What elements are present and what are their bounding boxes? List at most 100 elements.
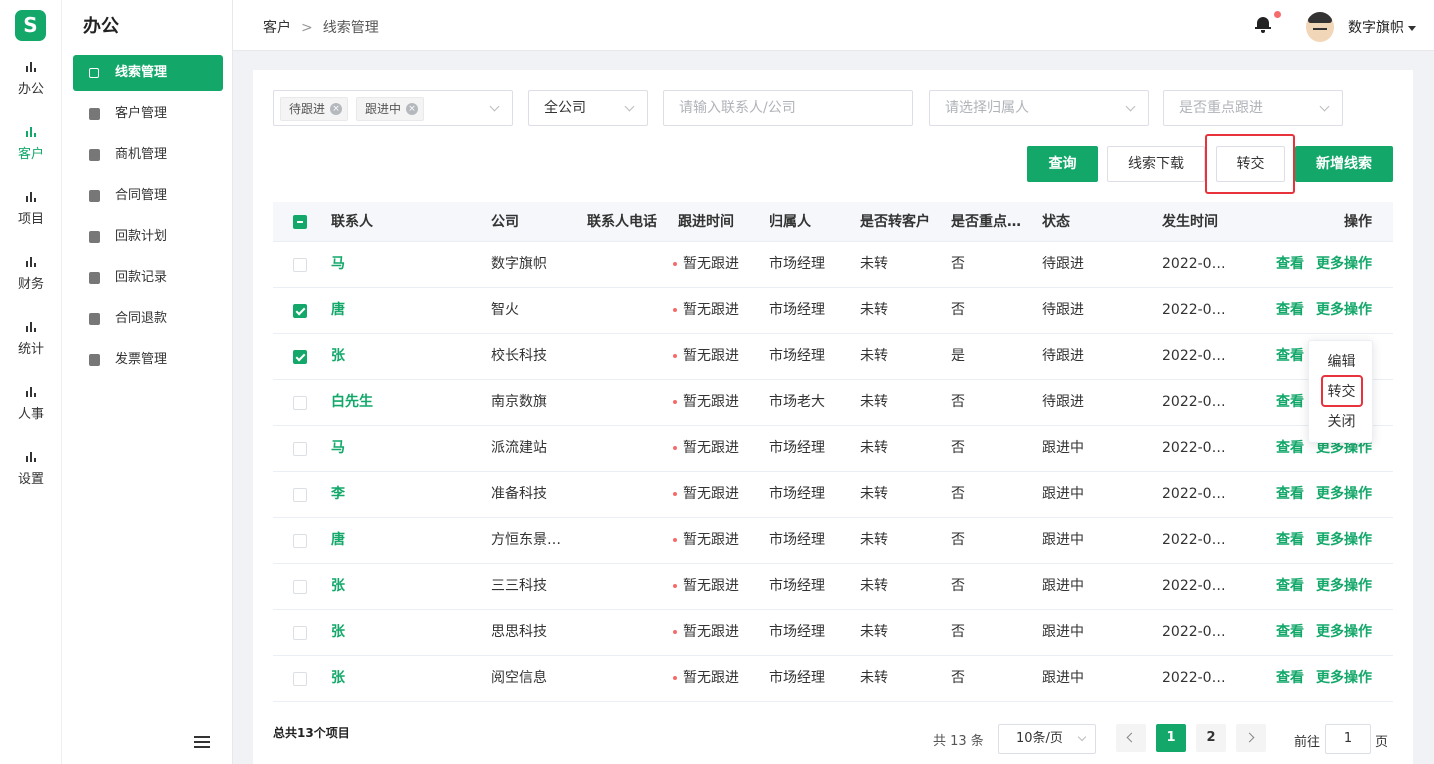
cell-key-follow: 否 [951,656,1011,702]
page-2-button[interactable]: 2 [1196,724,1226,752]
cell-contact[interactable]: 李 [331,472,421,518]
user-menu[interactable]: 数字旗帜 [1348,17,1416,37]
prev-page-button[interactable] [1116,724,1146,752]
view-link[interactable]: 查看 [1276,242,1306,288]
close-icon[interactable]: × [406,103,419,115]
row-checkbox[interactable] [293,350,307,364]
cell-contact[interactable]: 唐 [331,518,421,564]
app-rail: S 办公 客户 项目 财务 统计 人事 设置 [0,0,62,764]
more-actions-link[interactable]: 更多操作 [1316,564,1376,610]
dropdown-close[interactable]: 关闭 [1309,407,1374,437]
view-link[interactable]: 查看 [1276,288,1306,334]
submenu-item-payment-records[interactable]: 回款记录 [73,260,223,296]
cell-contact-text: 马 [331,440,345,456]
rail-item-customer[interactable]: 客户 [0,127,62,177]
submenu-item-opportunities[interactable]: 商机管理 [73,137,223,173]
submenu-item-customers[interactable]: 客户管理 [73,96,223,132]
view-link[interactable]: 查看 [1276,380,1306,426]
page-1-button[interactable]: 1 [1156,724,1186,752]
rail-item-project[interactable]: 项目 [0,192,62,242]
view-link[interactable]: 查看 [1276,426,1306,472]
submenu-item-invoices[interactable]: 发票管理 [73,342,223,378]
row-checkbox[interactable] [293,396,307,410]
add-lead-button[interactable]: 新增线索 [1295,146,1393,182]
row-checkbox[interactable] [293,534,307,548]
row-checkbox[interactable] [293,258,307,272]
goto-page-input[interactable]: 1 [1325,724,1371,754]
rail-item-settings[interactable]: 设置 [0,452,62,502]
row-checkbox[interactable] [293,488,307,502]
cell-converted-text: 未转 [860,532,888,548]
more-actions-link[interactable]: 更多操作 [1316,518,1376,564]
rail-item-finance[interactable]: 财务 [0,257,62,307]
cell-contact[interactable]: 唐 [331,288,421,334]
bell-icon[interactable] [1255,11,1281,33]
view-link[interactable]: 查看 [1276,334,1306,380]
cell-contact[interactable]: 张 [331,564,421,610]
table-row: 张 思思科技 暂无跟进 市场经理 未转 否 跟进中 2022-03-01 查看更多操作 [273,610,1393,656]
view-link[interactable]: 查看 [1276,472,1306,518]
cell-contact[interactable]: 张 [331,656,421,702]
row-checkbox[interactable] [293,580,307,594]
submenu-item-contracts[interactable]: 合同管理 [73,178,223,214]
more-actions-link[interactable]: 更多操作 [1316,242,1376,288]
collapse-menu-icon[interactable] [194,736,210,748]
select-all-checkbox[interactable] [293,215,307,229]
cell-contact[interactable]: 张 [331,610,421,656]
next-page-button[interactable] [1236,724,1266,752]
company-select[interactable]: 全公司 [528,90,648,126]
cell-company: 思思科技 [491,610,566,656]
avatar[interactable] [1306,12,1334,42]
cell-contact[interactable]: 马 [331,426,421,472]
cell-status-text: 待跟进 [1042,348,1084,364]
breadcrumb-item[interactable]: 客户 [263,20,291,36]
cell-converted-text: 未转 [860,670,888,686]
dropdown-edit[interactable]: 编辑 [1309,347,1374,377]
cell-key-follow-text: 是 [951,348,965,364]
download-leads-button[interactable]: 线索下载 [1107,146,1205,182]
cell-follow-time: 暂无跟进 [673,472,758,518]
cell-contact[interactable]: 马 [331,242,421,288]
view-link[interactable]: 查看 [1276,564,1306,610]
row-checkbox[interactable] [293,304,307,318]
submenu-item-leads[interactable]: 线索管理 [73,55,223,91]
view-link[interactable]: 查看 [1276,656,1306,702]
cell-status-text: 待跟进 [1042,302,1084,318]
more-actions-link[interactable]: 更多操作 [1316,656,1376,702]
status-dot-icon [673,308,677,312]
row-checkbox[interactable] [293,442,307,456]
submenu-item-contract-refund[interactable]: 合同退款 [73,301,223,337]
status-multi-select[interactable]: 待跟进 × 跟进中 × [273,90,513,126]
cell-converted: 未转 [860,380,930,426]
chart-icon [25,452,37,462]
total-items: 总共13个项目 [273,726,350,740]
cell-contact[interactable]: 张 [331,334,421,380]
row-checkbox[interactable] [293,672,307,686]
row-checkbox[interactable] [293,626,307,640]
page-size-select[interactable]: 10条/页 [998,724,1096,754]
transfer-option-highlight [1321,375,1363,407]
more-actions-link[interactable]: 更多操作 [1316,288,1376,334]
more-actions-link[interactable]: 更多操作 [1316,472,1376,518]
contact-search-input[interactable]: 请输入联系人/公司 [663,90,913,126]
rail-item-office[interactable]: 办公 [0,62,62,112]
chart-icon [25,192,37,202]
cell-follow-time-text: 暂无跟进 [683,486,739,502]
more-actions-dropdown: 编辑 转交 关闭 [1308,340,1373,443]
cell-converted: 未转 [860,518,930,564]
rail-item-hr[interactable]: 人事 [0,387,62,437]
close-icon[interactable]: × [330,103,343,115]
key-follow-select[interactable]: 是否重点跟进 [1163,90,1343,126]
submenu-item-payment-plan[interactable]: 回款计划 [73,219,223,255]
more-actions-link[interactable]: 更多操作 [1316,610,1376,656]
rail-item-stats[interactable]: 统计 [0,322,62,372]
cell-contact[interactable]: 白先生 [331,380,421,426]
view-link[interactable]: 查看 [1276,518,1306,564]
users-icon [89,108,100,120]
view-link[interactable]: 查看 [1276,610,1306,656]
col-phone: 联系人电话 [587,214,657,230]
owner-select[interactable]: 请选择归属人 [929,90,1149,126]
query-button[interactable]: 查询 [1027,146,1098,182]
cell-phone [587,518,667,564]
table-row: 唐 方恒东景网络 暂无跟进 市场经理 未转 否 跟进中 2022-03-01 查看更多操作 [273,518,1393,564]
